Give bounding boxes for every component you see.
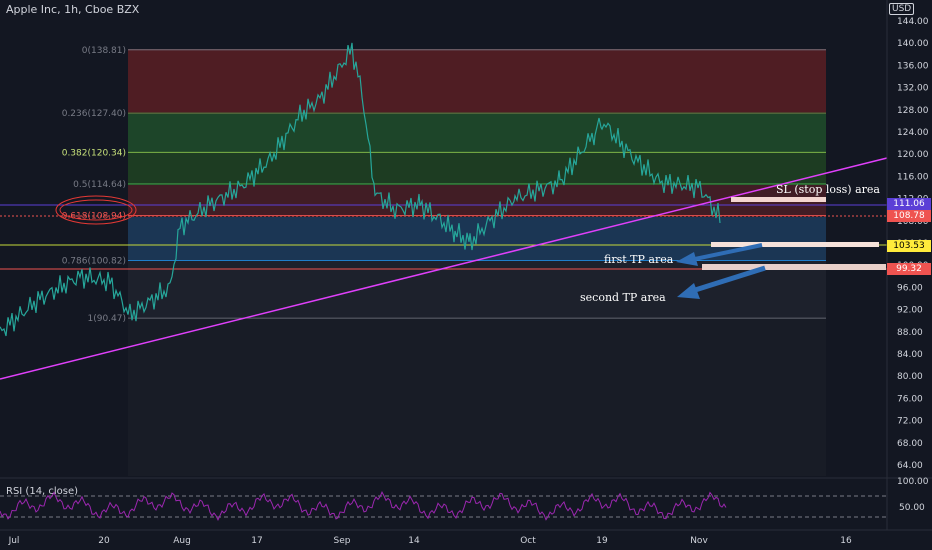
- tp2-box[interactable]: [702, 264, 886, 270]
- price-tick: 128.00: [897, 106, 929, 116]
- tp1-box[interactable]: [711, 242, 879, 247]
- sl-annotation[interactable]: SL (stop loss) area: [776, 183, 880, 196]
- time-tick: Oct: [520, 536, 536, 546]
- symbol-title[interactable]: Apple Inc, 1h, Cboe BZX: [6, 3, 139, 16]
- time-tick: 14: [408, 536, 420, 546]
- price-badge: 103.53: [887, 239, 931, 252]
- rsi-indicator-label[interactable]: RSI (14, close): [6, 486, 78, 497]
- time-tick: Aug: [173, 536, 191, 546]
- time-tick: 20: [98, 536, 110, 546]
- price-tick: 144.00: [897, 17, 929, 27]
- rsi-tick-50: 50.00: [899, 503, 925, 513]
- time-tick: 17: [251, 536, 262, 546]
- price-tick: 96.00: [897, 283, 923, 293]
- fib-label: 1(90.47): [87, 314, 126, 324]
- fib-label: 0.236(127.40): [62, 109, 126, 119]
- time-tick: 19: [596, 536, 608, 546]
- fib-band-0236-0382: [128, 114, 826, 153]
- price-tick: 132.00: [897, 84, 929, 94]
- price-tick: 76.00: [897, 394, 923, 404]
- fib-label: 0.786(100.82): [62, 257, 126, 267]
- chart-canvas[interactable]: 0(138.81) 0.236(127.40) 0.382(120.34) 0.5(1…: [0, 0, 932, 550]
- tp1-annotation[interactable]: first TP area: [604, 253, 673, 266]
- rsi-tick-100: 100.00: [897, 477, 929, 487]
- time-axis[interactable]: Jul 20 Aug 17 Sep 14 Oct 19 Nov 16: [8, 536, 852, 546]
- price-badge: 108.78: [887, 210, 931, 223]
- sl-box[interactable]: [731, 197, 826, 202]
- time-tick: Sep: [334, 536, 351, 546]
- fib-label: 0.5(114.64): [73, 180, 126, 190]
- fib-labels: 0(138.81) 0.236(127.40) 0.382(120.34) 0.5(1…: [62, 46, 126, 324]
- fib-label: 0(138.81): [82, 46, 126, 56]
- price-tick: 64.00: [897, 461, 923, 471]
- fib-band-below: [128, 318, 826, 476]
- price-tick: 92.00: [897, 306, 923, 316]
- price-tick: 72.00: [897, 417, 923, 427]
- price-tick: 88.00: [897, 328, 923, 338]
- price-badge: 99.32: [887, 262, 931, 275]
- fib-band-05-0618: [128, 185, 826, 217]
- tp2-annotation[interactable]: second TP area: [580, 291, 666, 304]
- currency-button[interactable]: USD: [889, 3, 915, 15]
- price-tick: 84.00: [897, 350, 923, 360]
- time-tick: 16: [840, 536, 852, 546]
- fib-band-0382-05: [128, 153, 826, 185]
- price-tick: 120.00: [897, 150, 929, 160]
- price-tick: 124.00: [897, 128, 929, 138]
- price-tick: 68.00: [897, 439, 923, 449]
- price-tick: 80.00: [897, 372, 923, 382]
- time-tick: Nov: [690, 536, 708, 546]
- price-tick: 136.00: [897, 61, 929, 71]
- price-badge: 111.06: [887, 197, 931, 210]
- price-tick: 116.00: [897, 172, 929, 182]
- fib-label: 0.382(120.34): [62, 148, 126, 158]
- fib-band-0-0236: [128, 49, 826, 114]
- time-tick: Jul: [8, 536, 20, 546]
- price-tick: 140.00: [897, 39, 929, 49]
